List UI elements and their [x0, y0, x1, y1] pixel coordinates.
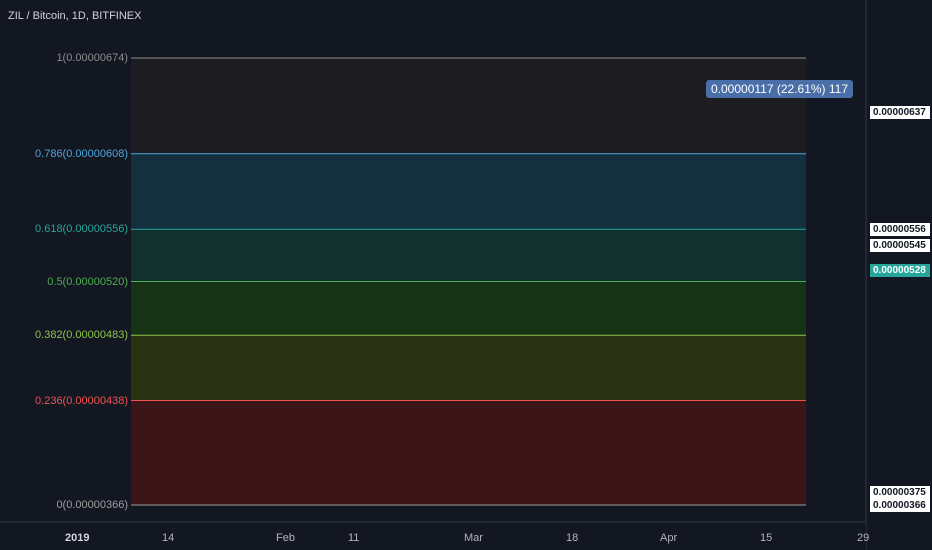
- fib-zone: [131, 281, 806, 336]
- fib-zone: [131, 335, 806, 401]
- fib-zone: [131, 58, 806, 154]
- price-tag: 0.00000366: [870, 499, 930, 512]
- date-tick-label: 29: [857, 532, 870, 544]
- fib-zone: [131, 153, 806, 230]
- price-tag: 0.00000556: [870, 223, 930, 237]
- measure-tooltip: 0.00000117 (22.61%) 117: [706, 80, 853, 98]
- price-tag: 0.00000375: [870, 485, 930, 499]
- date-tick-label: 14: [162, 532, 175, 544]
- fib-zone: [131, 229, 806, 282]
- fib-level-label: 0.382(0.00000483): [35, 329, 128, 342]
- date-tick-label: 2019: [65, 532, 90, 544]
- date-tick-label: Apr: [660, 532, 678, 544]
- fib-level-label: 0.236(0.00000438): [35, 394, 128, 407]
- date-tick-label: Feb: [276, 532, 295, 544]
- date-tick-label: 15: [760, 532, 773, 544]
- fib-level-label: 0(0.00000366): [56, 499, 128, 511]
- fib-zone: [131, 400, 806, 505]
- price-tag: 0.00000545: [870, 239, 930, 253]
- date-tick-label: Mar: [464, 532, 483, 544]
- price-tag: 0.00000637: [870, 105, 930, 119]
- date-tick-label: 11: [348, 532, 360, 544]
- fib-level-label: 0.5(0.00000520): [47, 275, 128, 288]
- time-axis-bg: [0, 522, 866, 550]
- fib-level-label: 0.618(0.00000556): [35, 223, 128, 236]
- price-tag: 0.00000528: [870, 263, 930, 277]
- symbol-title: ZIL / Bitcoin, 1D, BITFINEX: [8, 10, 142, 22]
- fib-level-label: 0.786(0.00000608): [35, 147, 128, 160]
- fib-level-label: 1(0.00000674): [56, 52, 128, 64]
- date-tick-label: 18: [566, 532, 579, 544]
